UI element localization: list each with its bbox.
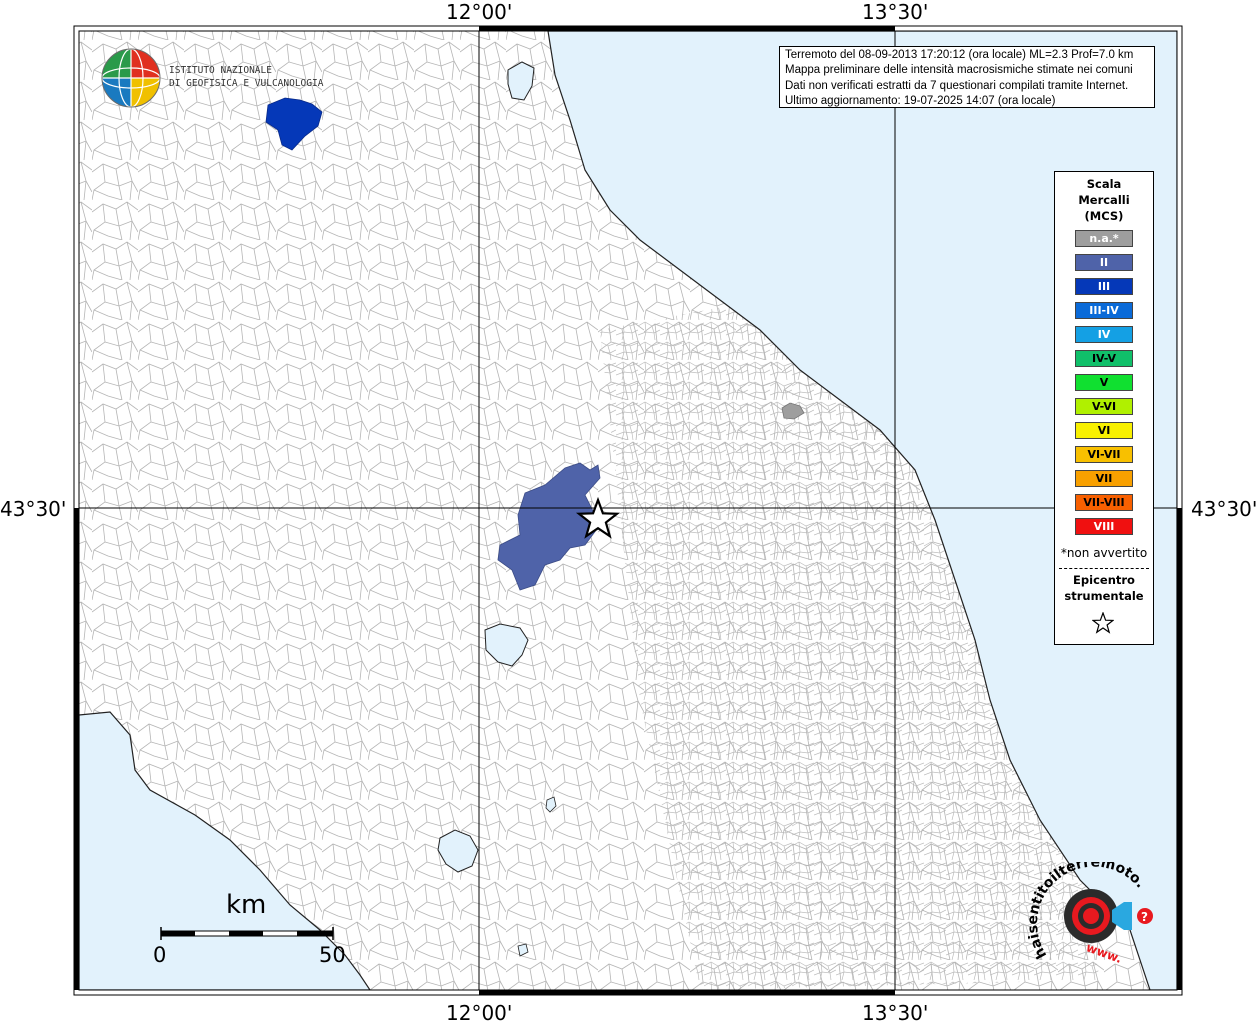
legend-swatch: n.a.* <box>1075 230 1133 247</box>
legend-swatch: VI-VII <box>1075 446 1133 463</box>
scale-end: 50 <box>319 943 346 967</box>
legend-swatch: IV-V <box>1075 350 1133 367</box>
legend-note: *non avvertito <box>1060 546 1148 560</box>
legend-swatch: VII-VIII <box>1075 494 1133 511</box>
legend-swatch: V-VI <box>1075 398 1133 415</box>
legend-swatch: II <box>1075 254 1133 271</box>
event-line: Terremoto del 08-09-2013 17:20:12 (ora l… <box>785 49 1134 61</box>
scale-unit: km <box>226 890 267 920</box>
ingv-globe-icon <box>101 48 161 108</box>
last-update: Ultimo aggiornamento: 19-07-2025 14:07 (… <box>785 94 1056 107</box>
legend-epicenter-2: strumentale <box>1064 589 1144 603</box>
data-source-note: Dati non verificati estratti da 7 questi… <box>785 79 1129 92</box>
legend-swatch: III-IV <box>1075 302 1133 319</box>
legend-star-icon <box>1092 612 1114 634</box>
legend-swatch: III <box>1075 278 1133 295</box>
legend-swatch: VI <box>1075 422 1133 439</box>
legend-swatch: VII <box>1075 470 1133 487</box>
svg-text:?: ? <box>1141 910 1148 924</box>
legend-title-1: Scala <box>1086 177 1122 191</box>
legend-epicenter-1: Epicentro <box>1073 573 1135 587</box>
hst-logo: haisentitoilterremoto.it ? www. <box>1028 862 1153 966</box>
mcs-legend: Scala Mercalli (MCS) n.a.* II III III-IV IV I… <box>1054 171 1154 645</box>
map-description: Mappa preliminare delle intensità macros… <box>785 64 1133 77</box>
legend-swatch: V <box>1075 374 1133 391</box>
legend-title-2: Mercalli <box>1078 193 1130 207</box>
lon-label-bottom-right: 13°30' <box>862 1001 929 1025</box>
hst-www: www. <box>1084 940 1124 966</box>
legend-title-3: (MCS) <box>1084 209 1124 223</box>
scale-start: 0 <box>153 943 167 967</box>
lon-label-top-right: 13°30' <box>862 0 929 24</box>
event-info-box: Terremoto del 08-09-2013 17:20:12 (ora l… <box>779 46 1155 108</box>
legend-swatch: VIII <box>1075 518 1133 535</box>
lon-label-bottom-left: 12°00' <box>446 1001 513 1025</box>
legend-swatch: IV <box>1075 326 1133 343</box>
lon-label-top-left: 12°00' <box>446 0 513 24</box>
ingv-name: ISTITUTO NAZIONALE DI GEOFISICA E VULCAN… <box>169 65 324 89</box>
lat-label-left: 43°30' <box>0 497 67 521</box>
lat-label-right: 43°30' <box>1191 497 1256 521</box>
